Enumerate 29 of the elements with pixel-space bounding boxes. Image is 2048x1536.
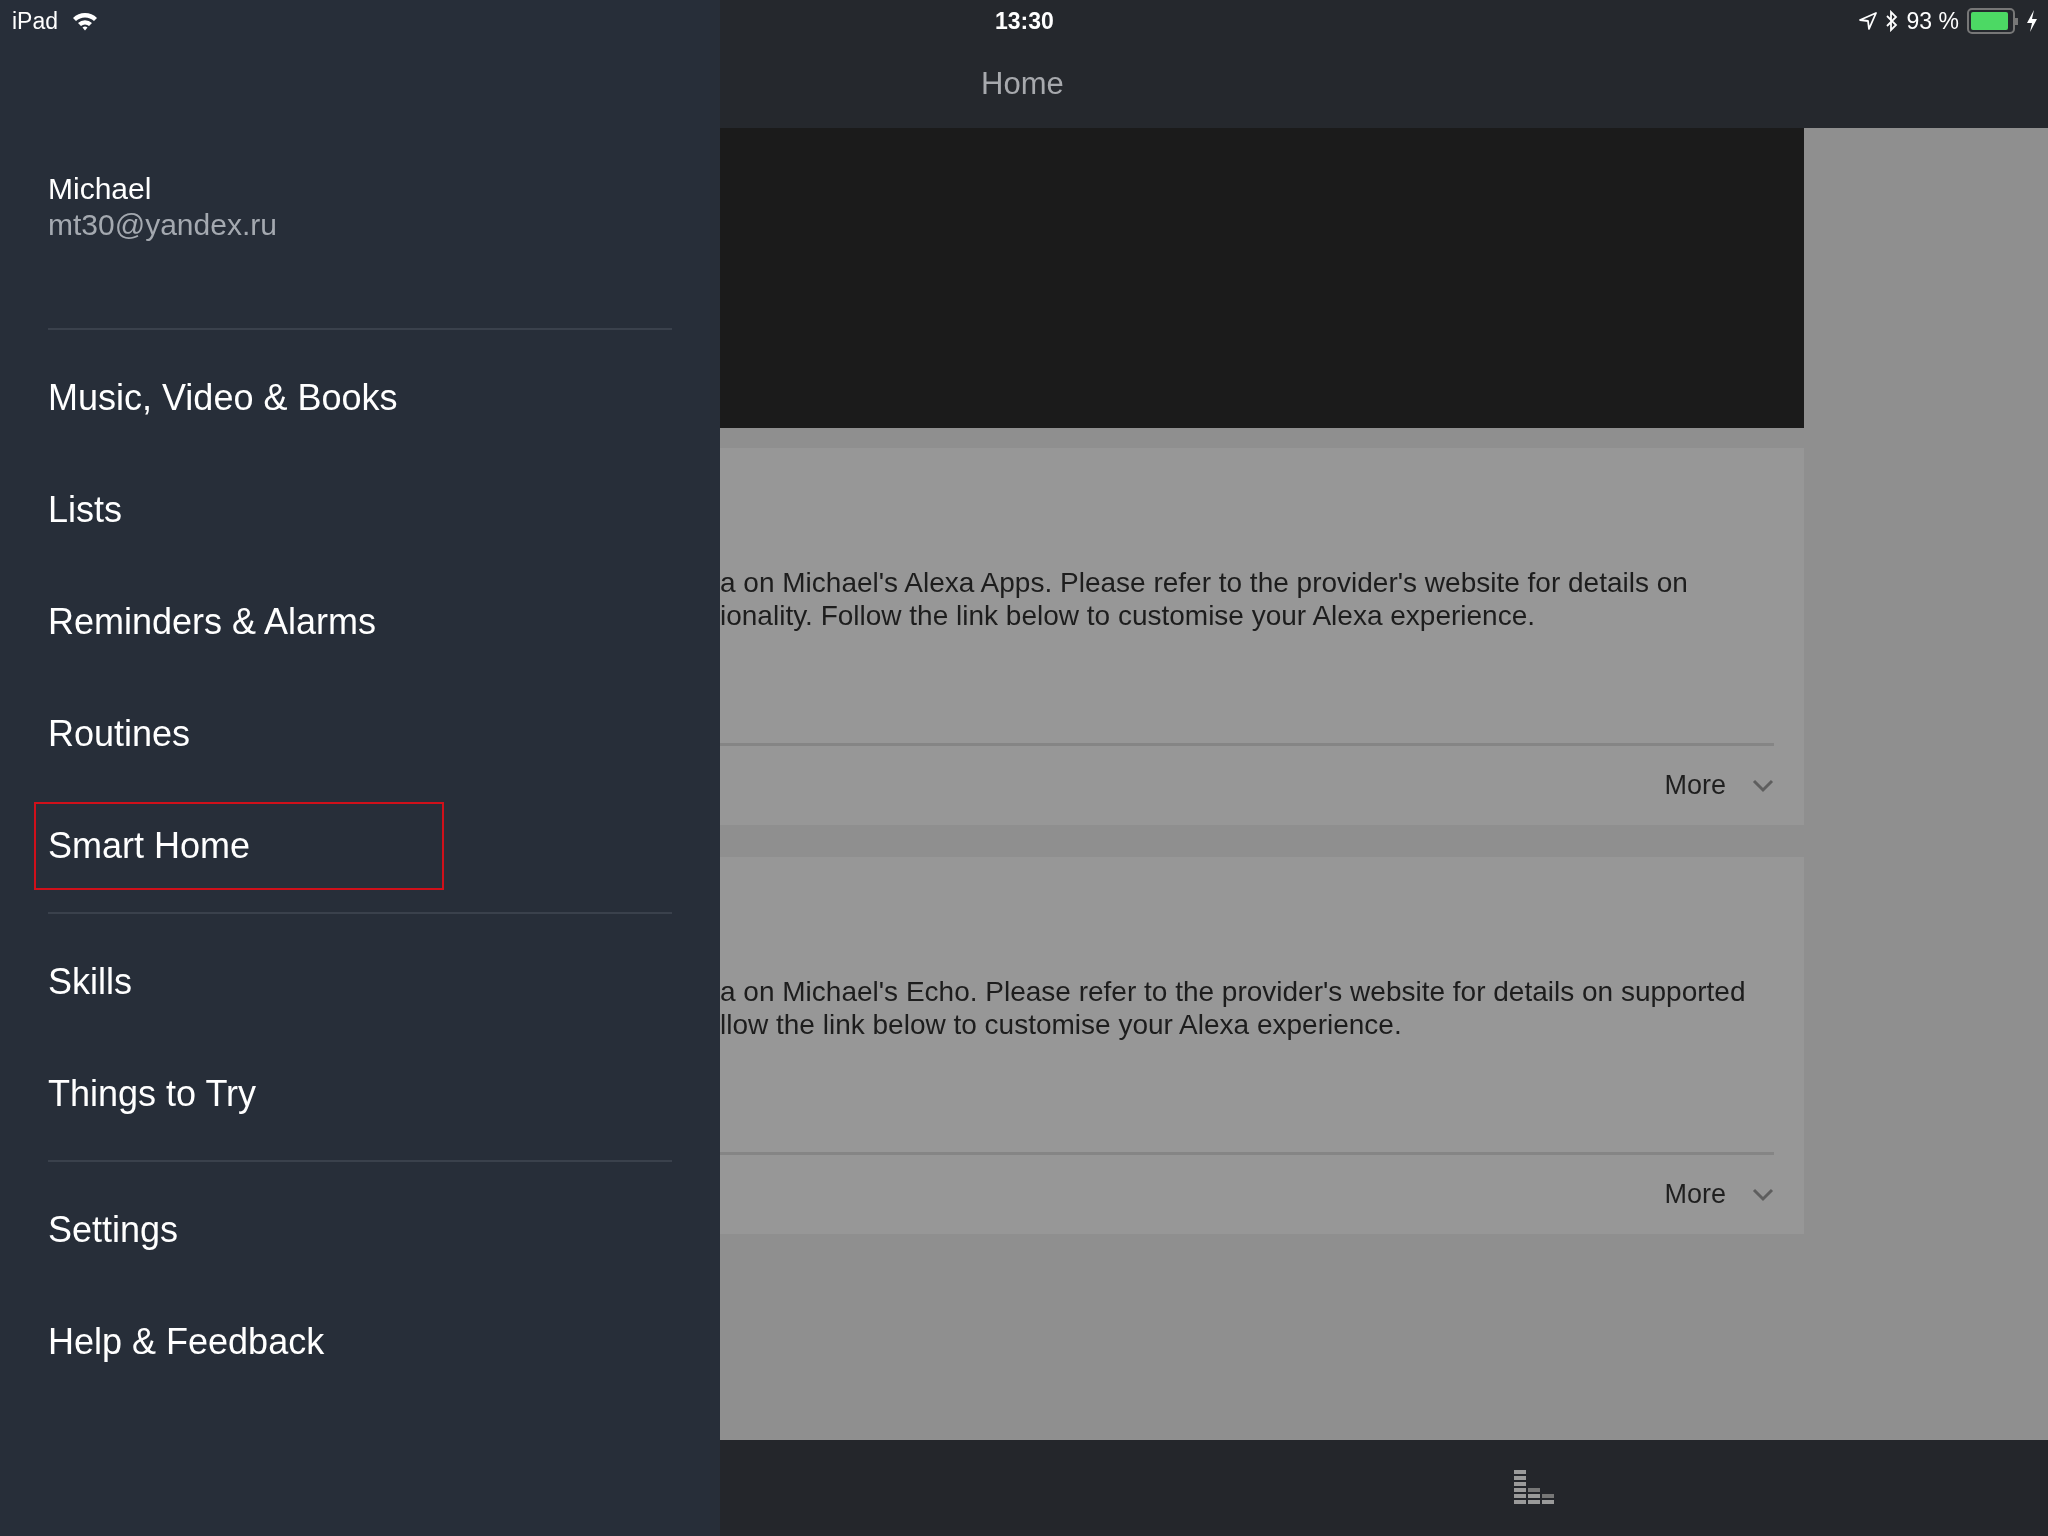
card-text-line: llow the link below to customise your Alexa experience.: [720, 1008, 1403, 1041]
battery-icon: [1967, 8, 2018, 34]
device-name: iPad: [12, 7, 59, 35]
menu-item[interactable]: Lists: [48, 454, 123, 566]
menu-item[interactable]: Reminders & Alarms: [48, 566, 377, 678]
menu-item[interactable]: Help & Feedback: [48, 1286, 325, 1398]
location-arrow-icon: [1858, 12, 1877, 30]
wifi-icon: [72, 11, 99, 31]
menu-item[interactable]: Things to Try: [48, 1038, 257, 1150]
page-title: Home: [980, 65, 1065, 102]
menu-item[interactable]: Music, Video & Books: [48, 342, 398, 454]
more-button[interactable]: More: [1664, 1179, 1774, 1210]
more-button[interactable]: More: [1664, 770, 1774, 801]
menu-item[interactable]: Settings: [48, 1174, 179, 1286]
chevron-down-icon: [1752, 1187, 1774, 1202]
card-text-line: a on Michael's Echo. Please refer to the provider's website for details on supported: [720, 975, 1747, 1008]
card-text-line: a on Michael's Alexa Apps. Please refer to the provider's website for details on: [720, 566, 1689, 599]
menu-item[interactable]: Skills: [48, 926, 132, 1038]
user-email: mt30@yandex.ru: [48, 208, 278, 242]
clock-time: 13:30: [995, 7, 1054, 35]
chevron-down-icon: [1752, 778, 1774, 793]
battery-percent: 93 %: [1906, 7, 1959, 35]
menu-item[interactable]: Routines: [48, 678, 191, 790]
card-text-line: ionality. Follow the link below to customise your Alexa experience.: [720, 599, 1536, 632]
bluetooth-icon: [1884, 10, 1899, 32]
user-name: Michael: [48, 172, 153, 206]
equalizer-icon: [1514, 1470, 1556, 1506]
menu-item[interactable]: Smart Home: [36, 804, 443, 888]
charging-bolt-icon: [2026, 10, 2038, 32]
